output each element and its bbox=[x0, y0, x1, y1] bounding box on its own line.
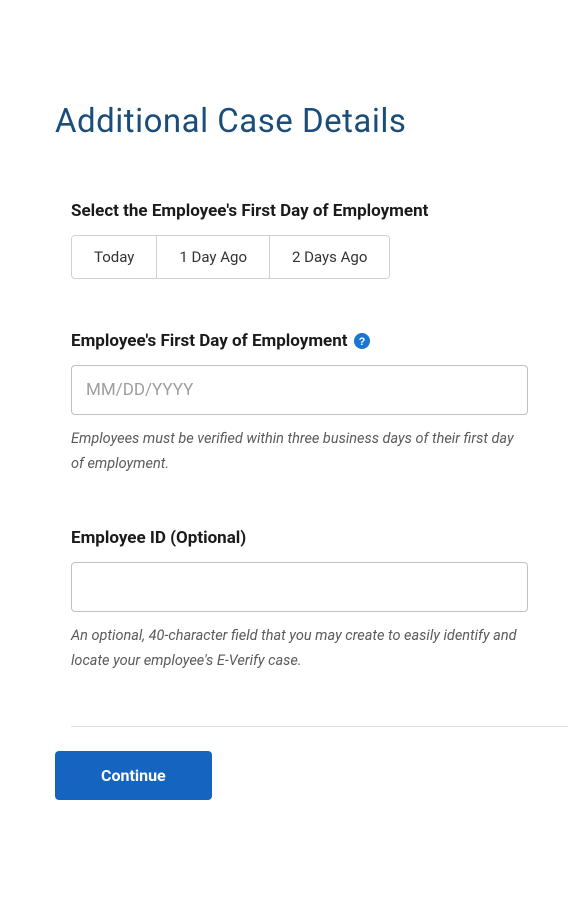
continue-button[interactable]: Continue bbox=[55, 751, 212, 800]
first-day-helper-text: Employees must be verified within three … bbox=[71, 427, 528, 476]
first-day-field-label: Employee's First Day of Employment bbox=[71, 331, 348, 351]
option-1-day-ago[interactable]: 1 Day Ago bbox=[157, 236, 270, 278]
first-day-button-group: Today 1 Day Ago 2 Days Ago bbox=[71, 235, 390, 279]
first-day-field-label-row: Employee's First Day of Employment ? bbox=[71, 331, 528, 351]
help-icon[interactable]: ? bbox=[354, 333, 370, 349]
first-day-input[interactable] bbox=[71, 365, 528, 415]
employee-id-helper-text: An optional, 40-character field that you… bbox=[71, 624, 528, 673]
svg-text:?: ? bbox=[358, 336, 365, 348]
first-day-select-label: Select the Employee's First Day of Emplo… bbox=[71, 201, 528, 221]
employee-id-input[interactable] bbox=[71, 562, 528, 612]
first-day-field-block: Employee's First Day of Employment ? Emp… bbox=[71, 331, 528, 476]
employee-id-field-block: Employee ID (Optional) An optional, 40-c… bbox=[71, 528, 528, 673]
option-2-days-ago[interactable]: 2 Days Ago bbox=[270, 236, 389, 278]
divider bbox=[71, 726, 568, 727]
option-today[interactable]: Today bbox=[72, 236, 157, 278]
employee-id-field-label-row: Employee ID (Optional) bbox=[71, 528, 528, 548]
first-day-select-block: Select the Employee's First Day of Emplo… bbox=[71, 201, 528, 279]
employee-id-field-label: Employee ID (Optional) bbox=[71, 528, 246, 548]
page-title: Additional Case Details bbox=[55, 102, 584, 141]
